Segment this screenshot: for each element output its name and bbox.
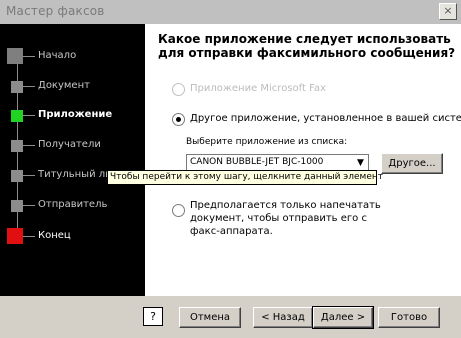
steps-panel: Начало Документ Приложение Получатели Ти… — [0, 24, 145, 296]
radio-print-only[interactable] — [172, 204, 185, 217]
step-start[interactable]: Начало — [7, 48, 145, 64]
option-print-only-label: Предполагается только напечатать докумен… — [190, 200, 381, 237]
step-recipients-marker — [11, 140, 23, 152]
step-document[interactable]: Документ — [7, 80, 145, 94]
radio-microsoft-fax[interactable] — [172, 83, 185, 96]
step-cover-page-marker — [11, 170, 23, 182]
main-panel: Какое приложение следует использовать дл… — [145, 24, 461, 296]
step-finish[interactable]: Конец — [7, 228, 145, 244]
step-sender-label: Отправитель — [38, 199, 108, 210]
option-other-application-label: Другое приложение, установленное в вашей… — [190, 113, 461, 124]
close-button[interactable]: × — [439, 3, 457, 20]
step-finish-label: Конец — [38, 230, 71, 241]
step-start-label: Начало — [38, 50, 77, 61]
title-bar[interactable]: Мастер факсов × — [0, 0, 461, 24]
step-application[interactable]: Приложение — [7, 109, 145, 123]
step-start-marker — [7, 48, 23, 64]
step-sender-marker — [11, 200, 23, 212]
other-application-button[interactable]: Другое... — [381, 153, 443, 174]
step-finish-marker — [7, 228, 23, 244]
help-button[interactable]: ? — [143, 307, 163, 326]
step-tooltip: Чтобы перейти к этому шагу, щелкните дан… — [107, 170, 383, 185]
step-application-label: Приложение — [38, 109, 113, 120]
fax-wizard-window: Мастер факсов × Начало Документ Приложен… — [0, 0, 461, 338]
page-heading: Какое приложение следует использовать дл… — [158, 32, 456, 60]
window-title: Мастер факсов — [6, 4, 105, 18]
finish-button[interactable]: Готово — [378, 307, 440, 328]
back-button[interactable]: < Назад — [253, 307, 313, 328]
application-select-value: CANON BUBBLE-JET BJC-1000 — [190, 157, 324, 167]
chevron-down-icon[interactable]: ▼ — [353, 155, 368, 171]
cancel-button[interactable]: Отмена — [179, 307, 241, 328]
radio-other-application[interactable] — [172, 113, 185, 126]
step-sender[interactable]: Отправитель — [7, 199, 145, 213]
step-recipients[interactable]: Получатели — [7, 139, 145, 153]
step-application-marker — [11, 110, 23, 122]
choose-application-label: Выберите приложение из списка: — [186, 137, 348, 147]
option-microsoft-fax-label: Приложение Microsoft Fax — [190, 83, 326, 94]
step-document-label: Документ — [38, 80, 90, 91]
step-document-marker — [11, 81, 23, 93]
step-recipients-label: Получатели — [38, 139, 101, 150]
next-button[interactable]: Далее > — [312, 306, 374, 329]
